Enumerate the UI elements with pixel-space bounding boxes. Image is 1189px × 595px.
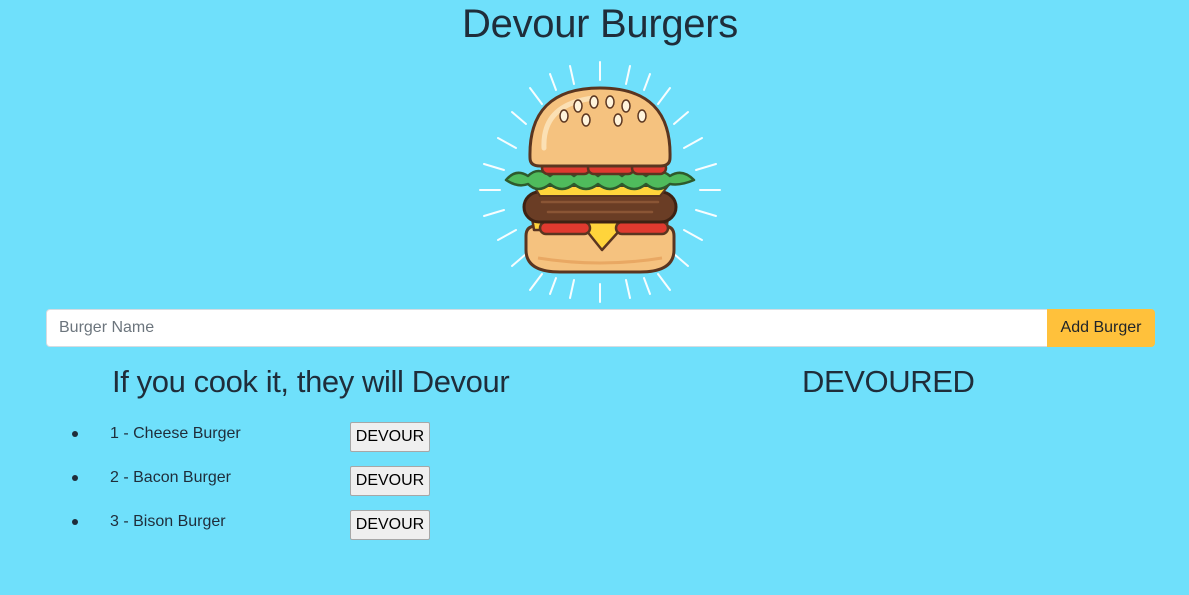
add-burger-button[interactable]: Add Burger — [1047, 309, 1155, 347]
list-item: 3 - Bison Burger DEVOUR — [0, 508, 500, 552]
uneaten-heading: If you cook it, they will Devour — [112, 364, 510, 399]
burger-label: 1 - Cheese Burger — [110, 425, 241, 442]
bullet-icon — [72, 431, 78, 437]
list-item: 1 - Cheese Burger DEVOUR — [0, 420, 500, 464]
burger-name-input[interactable] — [46, 309, 1047, 347]
devour-button[interactable]: DEVOUR — [350, 422, 430, 452]
burger-icon — [479, 61, 721, 303]
bullet-icon — [72, 519, 78, 525]
devoured-heading: DEVOURED — [802, 364, 975, 399]
burger-label: 2 - Bacon Burger — [110, 469, 231, 486]
devour-button[interactable]: DEVOUR — [350, 510, 430, 540]
burger-list: 1 - Cheese Burger DEVOUR 2 - Bacon Burge… — [0, 420, 500, 552]
burger-illustration — [470, 58, 730, 306]
burger-label: 3 - Bison Burger — [110, 513, 226, 530]
devour-button[interactable]: DEVOUR — [350, 466, 430, 496]
add-burger-form: Add Burger — [46, 309, 1155, 347]
page-title: Devour Burgers — [462, 2, 738, 46]
list-item: 2 - Bacon Burger DEVOUR — [0, 464, 500, 508]
bullet-icon — [72, 475, 78, 481]
